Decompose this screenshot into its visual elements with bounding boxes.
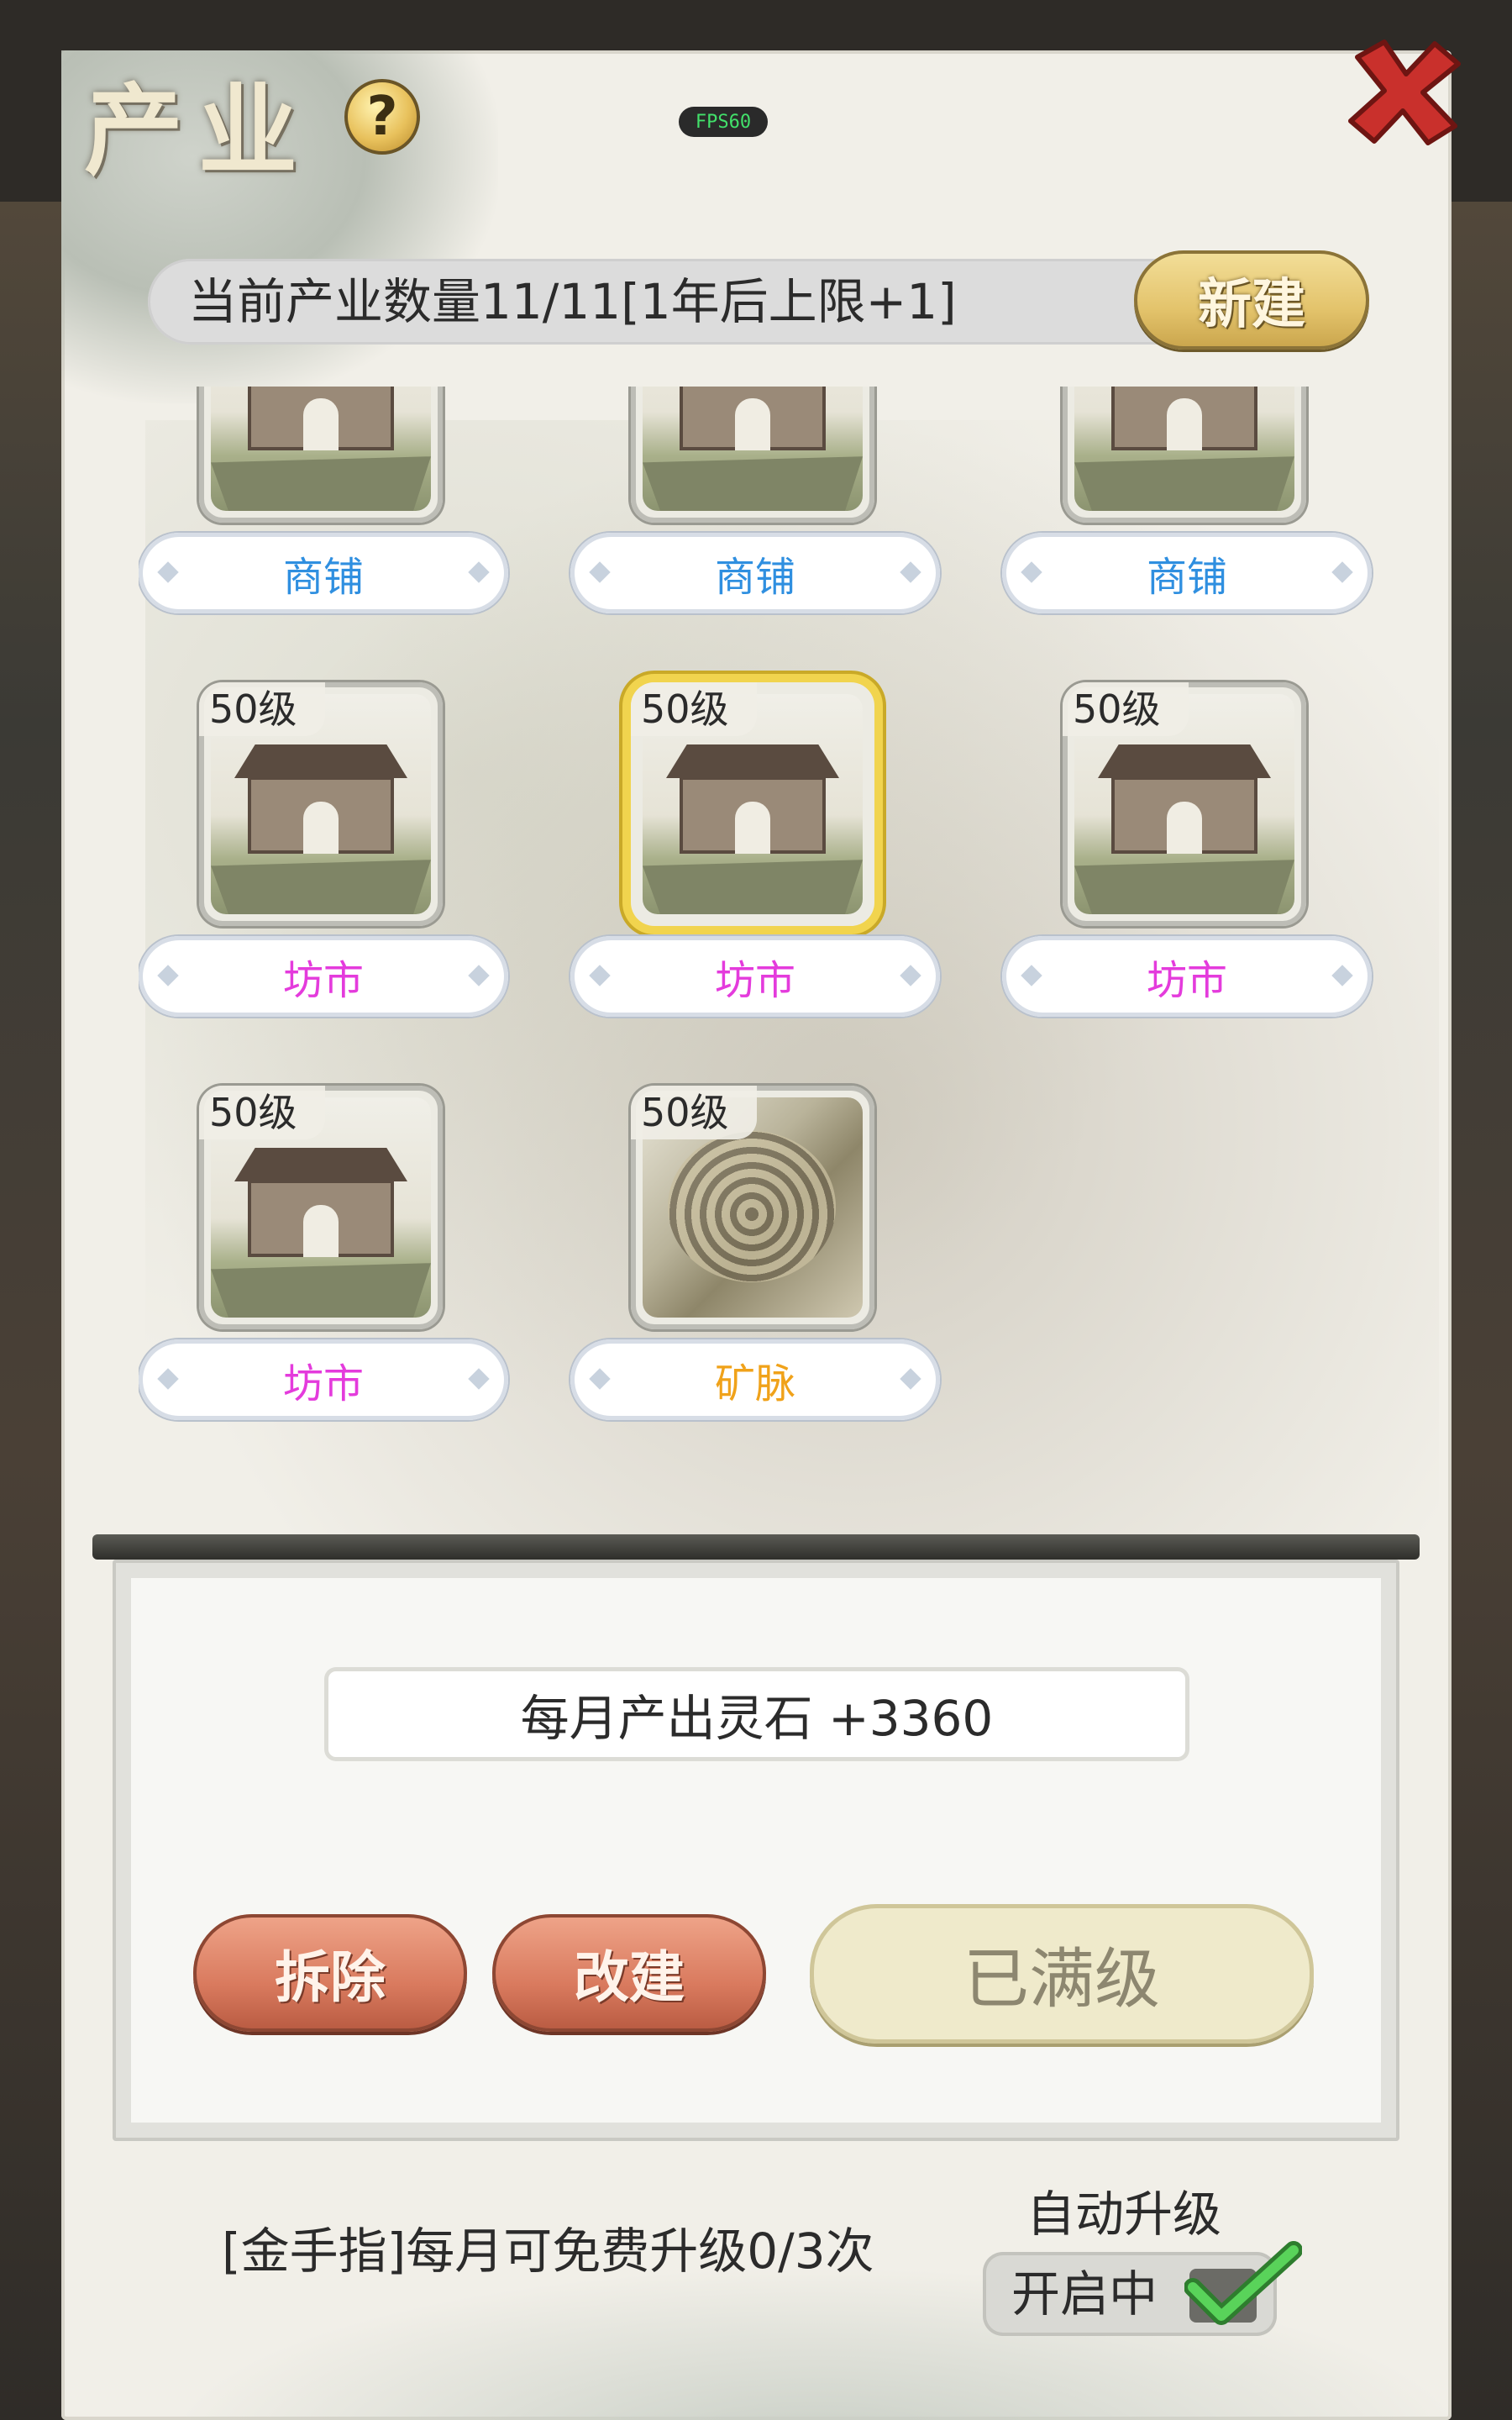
- help-icon[interactable]: ?: [344, 79, 420, 155]
- industry-card[interactable]: 50级坊市: [570, 682, 940, 1077]
- industry-card[interactable]: 50级矿脉: [570, 1086, 940, 1481]
- industry-card[interactable]: 50级商铺: [139, 387, 508, 674]
- industry-thumbnail[interactable]: 50级: [631, 1086, 874, 1329]
- toggle-state-label: 开启中: [1011, 2265, 1158, 2323]
- industry-thumbnail[interactable]: 50级: [631, 387, 874, 523]
- detail-panel: [113, 1560, 1399, 2141]
- industry-thumbnail[interactable]: 50级: [199, 387, 443, 523]
- checkmark-icon: [1184, 2241, 1302, 2325]
- industry-thumbnail[interactable]: 50级: [199, 1086, 443, 1329]
- building-illustration: [211, 387, 431, 511]
- level-badge: 50级: [631, 1086, 757, 1139]
- industry-count-text: 当前产业数量11/11[1年后上限+1]: [188, 273, 957, 330]
- page-title: 产业: [84, 72, 313, 189]
- industry-name-label: 坊市: [139, 936, 508, 1017]
- industry-name-label: 坊市: [1002, 936, 1372, 1017]
- industry-thumbnail[interactable]: 50级: [631, 682, 874, 926]
- industry-grid[interactable]: 50级商铺50级商铺50级商铺50级坊市50级坊市50级坊市50级坊市50级矿脉: [139, 387, 1382, 1529]
- industry-name-label: 矿脉: [570, 1339, 940, 1420]
- rebuild-button[interactable]: 改建: [492, 1914, 766, 2032]
- industry-name-label: 商铺: [570, 533, 940, 613]
- building-illustration: [643, 387, 863, 511]
- level-badge: 50级: [1063, 682, 1189, 736]
- demolish-button[interactable]: 拆除: [193, 1914, 467, 2032]
- level-badge: 50级: [631, 682, 757, 736]
- industry-card[interactable]: 50级商铺: [570, 387, 940, 674]
- industry-card[interactable]: 50级坊市: [139, 682, 508, 1077]
- industry-name-label: 商铺: [1002, 533, 1372, 613]
- industry-name-label: 坊市: [570, 936, 940, 1017]
- close-icon[interactable]: [1341, 34, 1467, 151]
- monthly-output-text: 每月产出灵石 +3360: [324, 1667, 1189, 1761]
- building-illustration: [1074, 387, 1294, 511]
- new-industry-button[interactable]: 新建: [1134, 250, 1369, 350]
- industry-thumbnail[interactable]: 50级: [1063, 682, 1306, 926]
- industry-name-label: 商铺: [139, 533, 508, 613]
- industry-name-label: 坊市: [139, 1339, 508, 1420]
- level-badge: 50级: [199, 682, 325, 736]
- industry-card[interactable]: 50级坊市: [139, 1086, 508, 1481]
- level-badge: 50级: [199, 1086, 325, 1139]
- max-level-button[interactable]: 已满级: [810, 1904, 1314, 2044]
- industry-thumbnail[interactable]: 50级: [1063, 387, 1306, 523]
- industry-card[interactable]: 50级坊市: [1002, 682, 1372, 1077]
- industry-thumbnail[interactable]: 50级: [199, 682, 443, 926]
- industry-card[interactable]: 50级商铺: [1002, 387, 1372, 674]
- gold-finger-text: [金手指]每月可免费升级0/3次: [222, 2223, 874, 2280]
- fps-counter: FPS60: [679, 107, 768, 137]
- auto-upgrade-label: 自动升级: [1026, 2186, 1222, 2243]
- panel-scroll-rod: [92, 1534, 1420, 1560]
